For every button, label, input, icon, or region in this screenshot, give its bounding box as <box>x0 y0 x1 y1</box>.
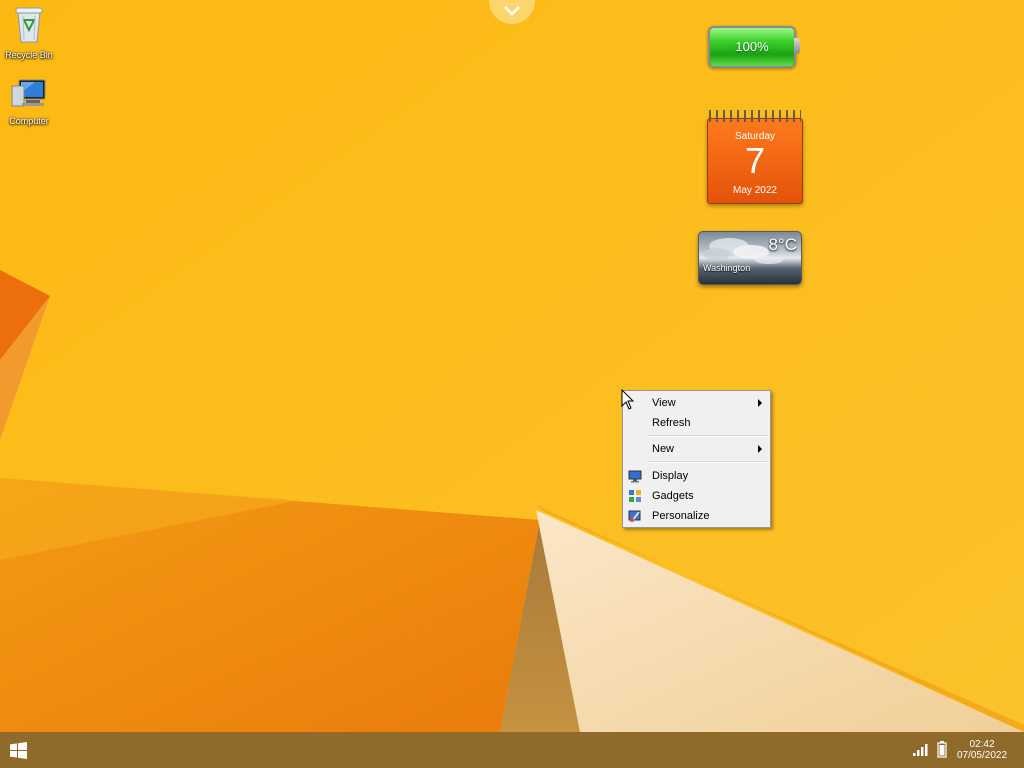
menu-item-label: Display <box>652 470 689 482</box>
calendar-day: 7 <box>744 140 766 181</box>
menu-item-refresh[interactable]: Refresh <box>625 413 768 433</box>
desktop-icon-recycle-bin[interactable]: Recycle Bin <box>0 4 58 60</box>
taskbar-clock[interactable]: 02:42 07/05/2022 <box>950 739 1014 761</box>
menu-item-label: View <box>652 397 676 409</box>
computer-icon <box>11 79 46 107</box>
taskbar: 02:42 07/05/2022 <box>0 732 1024 768</box>
submenu-arrow-icon <box>758 399 762 407</box>
windows-logo-icon <box>10 742 27 759</box>
calendar-month-year: May 2022 <box>733 185 777 196</box>
battery-gadget[interactable]: 100% <box>706 24 800 70</box>
weather-city: Washington <box>703 263 751 273</box>
weather-gadget[interactable]: 8°C Washington <box>698 231 802 285</box>
menu-item-gadgets[interactable]: Gadgets <box>625 486 768 506</box>
clock-date: 07/05/2022 <box>956 750 1008 761</box>
desktop-icon-computer[interactable]: Computer <box>0 78 58 126</box>
submenu-arrow-icon <box>758 445 762 453</box>
calendar-rings <box>709 110 801 122</box>
battery-percent: 100% <box>735 39 769 54</box>
chevron-down-icon <box>504 6 520 16</box>
recycle-bin-label: Recycle Bin <box>5 50 53 60</box>
battery-icon[interactable] <box>937 741 947 758</box>
calendar-page: Saturday 7 May 2022 <box>707 118 803 204</box>
mouse-cursor-icon <box>621 389 635 410</box>
menu-item-label: Refresh <box>652 417 691 429</box>
menu-separator <box>647 435 768 437</box>
menu-item-new[interactable]: New <box>625 439 768 459</box>
menu-item-display[interactable]: Display <box>625 466 768 486</box>
wallpaper <box>0 0 1024 732</box>
menu-item-label: Gadgets <box>652 490 694 502</box>
menu-item-label: New <box>652 443 675 455</box>
menu-item-personalize[interactable]: Personalize <box>625 506 768 526</box>
weather-temperature: 8°C <box>768 235 797 254</box>
computer-label: Computer <box>9 116 49 126</box>
network-signal-icon[interactable] <box>913 742 931 756</box>
menu-item-label: Personalize <box>652 510 710 522</box>
start-button[interactable] <box>0 732 36 768</box>
desktop-context-menu: View Refresh New Display Gadgets Persona… <box>622 390 771 528</box>
display-icon <box>628 470 642 483</box>
gadgets-icon <box>629 490 641 502</box>
menu-separator <box>647 461 768 463</box>
menu-item-view[interactable]: View <box>625 393 768 413</box>
calendar-gadget[interactable]: Saturday 7 May 2022 <box>705 110 803 204</box>
clock-time: 02:42 <box>969 739 995 750</box>
personalize-icon <box>628 510 641 522</box>
recycle-bin-icon <box>15 7 43 43</box>
desktop[interactable]: Recycle Bin Computer 100% Saturday 7 May… <box>0 0 1024 732</box>
